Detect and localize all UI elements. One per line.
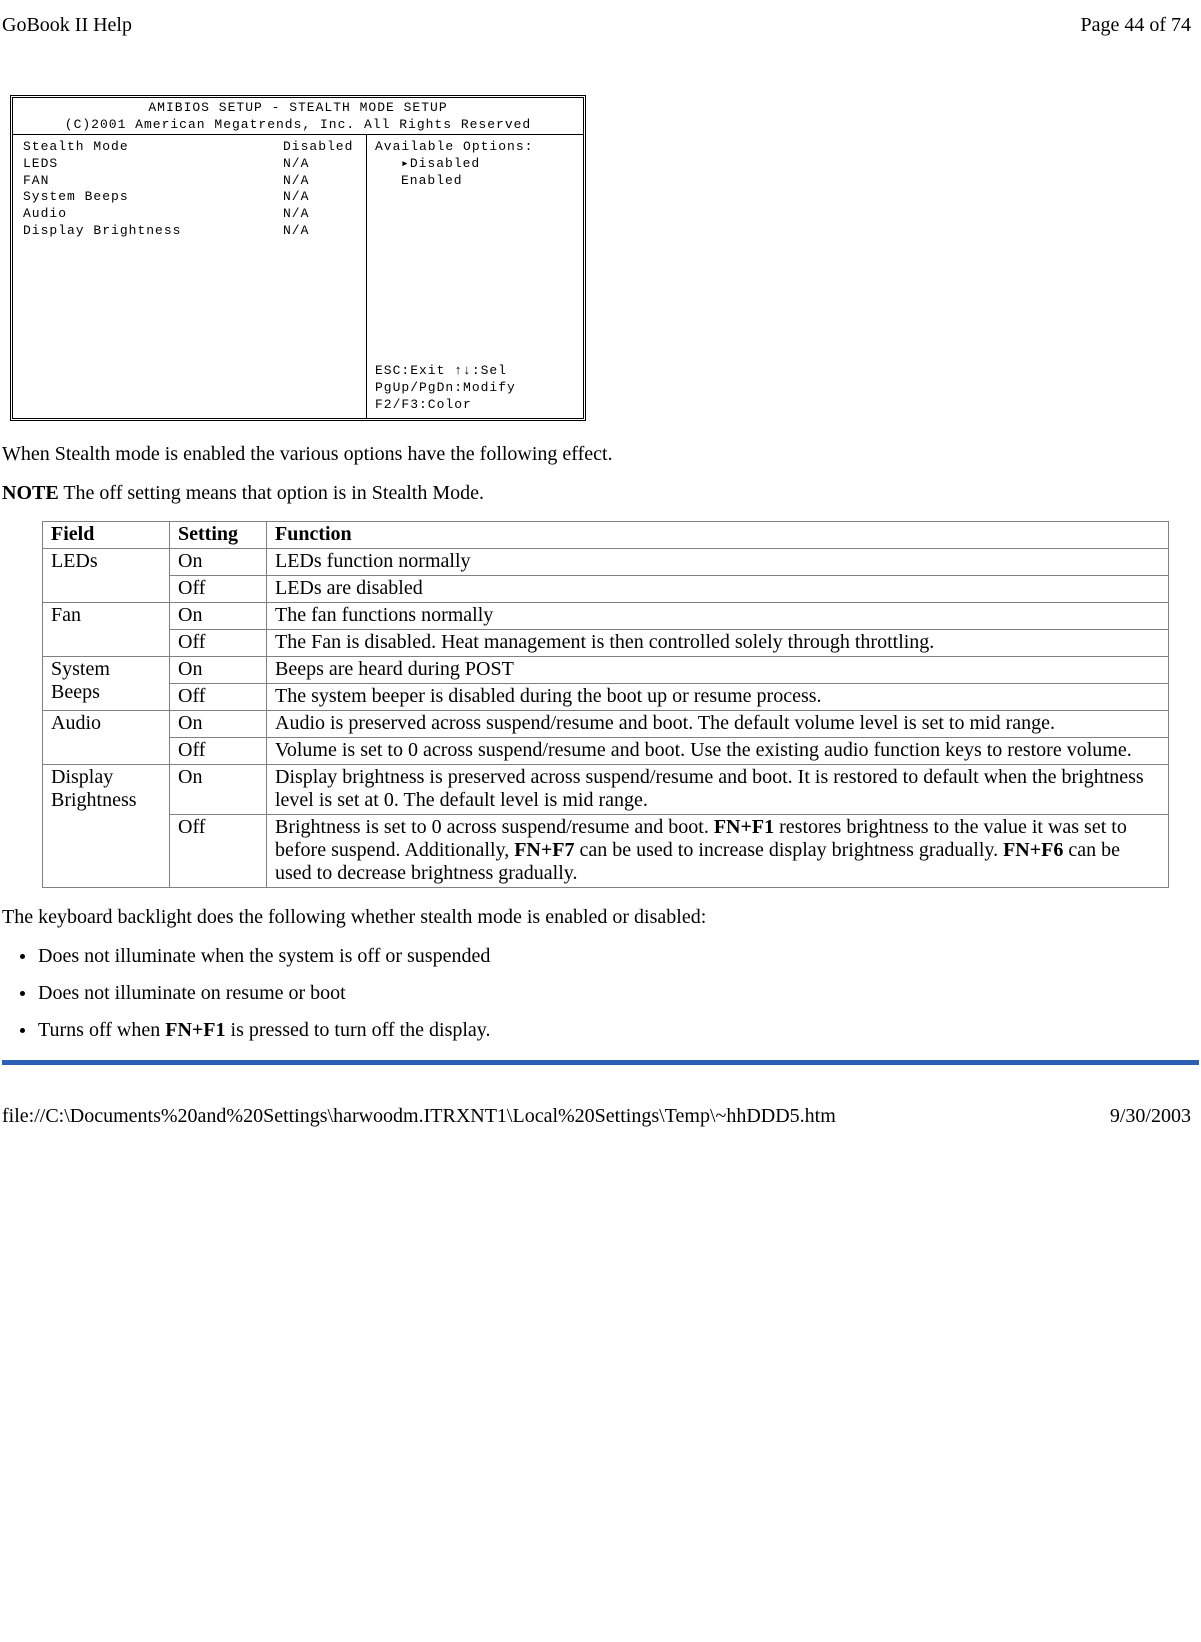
bios-setting-label: LEDS <box>23 156 283 173</box>
content-area: AMIBIOS SETUP - STEALTH MODE SETUP (C)20… <box>0 95 1201 1065</box>
bios-options-title: Available Options: <box>375 139 575 156</box>
bios-options-pane: Available Options: ▸Disabled Enabled ESC… <box>367 135 583 418</box>
setting-cell: On <box>170 764 267 814</box>
text: Turns off when <box>38 1019 165 1041</box>
list-item: Does not illuminate on resume or boot <box>24 982 1199 1005</box>
bios-help-line: F2/F3:Color <box>375 397 575 414</box>
stealth-options-table: Field Setting Function LEDs On LEDs func… <box>42 521 1169 888</box>
function-cell: Beeps are heard during POST <box>267 656 1169 683</box>
page-header: GoBook II Help Page 44 of 74 <box>0 10 1201 55</box>
function-cell: Display brightness is preserved across s… <box>267 764 1169 814</box>
key-combo: FN+F7 <box>514 839 574 861</box>
footer-path: file://C:\Documents%20and%20Settings\har… <box>2 1105 836 1128</box>
table-row: System Beeps On Beeps are heard during P… <box>43 656 1169 683</box>
note-label: NOTE <box>2 482 59 504</box>
field-cell: System Beeps <box>43 656 170 710</box>
setting-cell: On <box>170 656 267 683</box>
table-container: Field Setting Function LEDs On LEDs func… <box>2 521 1199 888</box>
bios-help-line: ESC:Exit ↑↓:Sel <box>375 363 575 380</box>
function-cell: The fan functions normally <box>267 602 1169 629</box>
table-row: Display Brightness On Display brightness… <box>43 764 1169 814</box>
th-setting: Setting <box>170 521 267 548</box>
table-row: Off The Fan is disabled. Heat management… <box>43 629 1169 656</box>
page-footer: file://C:\Documents%20and%20Settings\har… <box>0 1065 1201 1138</box>
bios-row: Stealth ModeDisabled <box>23 139 356 156</box>
bios-options-top: Available Options: ▸Disabled Enabled <box>375 139 575 190</box>
key-combo: FN+F6 <box>1003 839 1063 861</box>
table-row: Fan On The fan functions normally <box>43 602 1169 629</box>
bios-row: System BeepsN/A <box>23 189 356 206</box>
bios-row: Display BrightnessN/A <box>23 223 356 240</box>
th-function: Function <box>267 521 1169 548</box>
bios-setting-label: Display Brightness <box>23 223 283 240</box>
table-header-row: Field Setting Function <box>43 521 1169 548</box>
bios-option: Enabled <box>375 173 575 190</box>
table-row: Off The system beeper is disabled during… <box>43 683 1169 710</box>
field-cell: Fan <box>43 602 170 656</box>
bios-setting-label: Audio <box>23 206 283 223</box>
footer-date: 9/30/2003 <box>1110 1105 1191 1128</box>
key-combo: FN+F1 <box>165 1019 225 1041</box>
field-cell: Audio <box>43 710 170 764</box>
field-cell: LEDs <box>43 548 170 602</box>
bios-title-2: (C)2001 American Megatrends, Inc. All Ri… <box>19 117 577 134</box>
paragraph: When Stealth mode is enabled the various… <box>2 443 1199 466</box>
field-cell: Display Brightness <box>43 764 170 887</box>
setting-cell: On <box>170 710 267 737</box>
table-row: Off Volume is set to 0 across suspend/re… <box>43 737 1169 764</box>
note-text: The off setting means that option is in … <box>59 482 484 504</box>
setting-cell: Off <box>170 683 267 710</box>
bios-setting-label: FAN <box>23 173 283 190</box>
text: can be used to increase display brightne… <box>575 839 1004 861</box>
table-row: LEDs On LEDs function normally <box>43 548 1169 575</box>
setting-cell: Off <box>170 629 267 656</box>
bios-header: AMIBIOS SETUP - STEALTH MODE SETUP (C)20… <box>13 98 583 135</box>
bios-row: LEDSN/A <box>23 156 356 173</box>
function-cell: LEDs function normally <box>267 548 1169 575</box>
bios-option: ▸Disabled <box>375 156 575 173</box>
header-title: GoBook II Help <box>2 14 132 37</box>
setting-cell: Off <box>170 814 267 887</box>
bios-row: FANN/A <box>23 173 356 190</box>
bios-setting-value: N/A <box>283 156 309 173</box>
text: Brightness is set to 0 across suspend/re… <box>275 816 714 838</box>
table-row: Off LEDs are disabled <box>43 575 1169 602</box>
bios-row: AudioN/A <box>23 206 356 223</box>
bios-help-line: PgUp/PgDn:Modify <box>375 380 575 397</box>
text: is pressed to turn off the display. <box>226 1019 491 1041</box>
function-cell: LEDs are disabled <box>267 575 1169 602</box>
bios-setting-value: N/A <box>283 189 309 206</box>
bios-setting-value: N/A <box>283 206 309 223</box>
page: GoBook II Help Page 44 of 74 AMIBIOS SET… <box>0 0 1201 1158</box>
bios-setting-label: Stealth Mode <box>23 139 283 156</box>
bios-body: Stealth ModeDisabled LEDSN/A FANN/A Syst… <box>13 135 583 418</box>
bios-setting-label: System Beeps <box>23 189 283 206</box>
setting-cell: On <box>170 602 267 629</box>
setting-cell: Off <box>170 737 267 764</box>
list-item: Does not illuminate when the system is o… <box>24 945 1199 968</box>
function-cell: Brightness is set to 0 across suspend/re… <box>267 814 1169 887</box>
bios-setting-value: N/A <box>283 173 309 190</box>
table-row: Off Brightness is set to 0 across suspen… <box>43 814 1169 887</box>
bios-screenshot: AMIBIOS SETUP - STEALTH MODE SETUP (C)20… <box>10 95 586 421</box>
th-field: Field <box>43 521 170 548</box>
bios-help-keys: ESC:Exit ↑↓:Sel PgUp/PgDn:Modify F2/F3:C… <box>375 363 575 414</box>
function-cell: The Fan is disabled. Heat management is … <box>267 629 1169 656</box>
list-item: Turns off when FN+F1 is pressed to turn … <box>24 1019 1199 1042</box>
function-cell: The system beeper is disabled during the… <box>267 683 1169 710</box>
note-paragraph: NOTE The off setting means that option i… <box>2 482 1199 505</box>
bios-settings-pane: Stealth ModeDisabled LEDSN/A FANN/A Syst… <box>13 135 367 418</box>
setting-cell: Off <box>170 575 267 602</box>
table-row: Audio On Audio is preserved across suspe… <box>43 710 1169 737</box>
header-page-number: Page 44 of 74 <box>1080 14 1191 37</box>
setting-cell: On <box>170 548 267 575</box>
function-cell: Volume is set to 0 across suspend/resume… <box>267 737 1169 764</box>
bios-title-1: AMIBIOS SETUP - STEALTH MODE SETUP <box>19 100 577 117</box>
bios-setting-value: N/A <box>283 223 309 240</box>
function-cell: Audio is preserved across suspend/resume… <box>267 710 1169 737</box>
paragraph: The keyboard backlight does the followin… <box>2 906 1199 929</box>
bullet-list: Does not illuminate when the system is o… <box>2 945 1199 1042</box>
key-combo: FN+F1 <box>714 816 774 838</box>
bios-setting-value: Disabled <box>283 139 353 156</box>
